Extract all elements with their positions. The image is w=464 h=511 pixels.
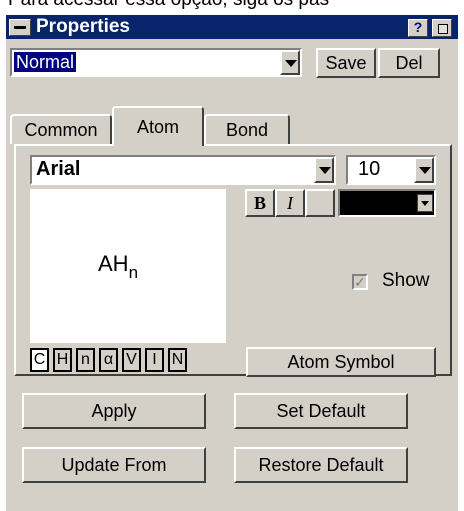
tab-bond[interactable]: Bond xyxy=(204,114,290,144)
color-dropdown-arrow[interactable] xyxy=(417,194,433,212)
symbol-button-n-lower[interactable]: n xyxy=(76,348,95,372)
chevron-down-icon xyxy=(421,201,429,206)
preview-main-text: AH xyxy=(98,251,129,276)
chevron-down-icon xyxy=(419,167,431,174)
font-dropdown-arrow[interactable] xyxy=(314,157,334,183)
show-checkbox-label[interactable]: Show xyxy=(382,270,430,292)
style-dropdown-arrow[interactable] xyxy=(280,50,300,75)
font-size-value: 10 xyxy=(358,158,381,180)
delete-button[interactable]: Del xyxy=(378,48,440,78)
preview-subscript: n xyxy=(128,263,139,282)
symbol-button-i[interactable]: I xyxy=(145,348,164,372)
symbol-button-alpha[interactable]: α xyxy=(99,348,118,372)
title-bar[interactable]: Properties ? xyxy=(6,15,458,39)
symbol-button-c[interactable]: C xyxy=(30,348,49,372)
symbol-button-h[interactable]: H xyxy=(53,348,72,372)
check-mark-icon: ✓ xyxy=(354,274,366,290)
symbol-button-n[interactable]: N xyxy=(168,348,187,372)
window-title: Properties xyxy=(36,16,130,37)
tab-common[interactable]: Common xyxy=(10,114,112,144)
font-dropdown-value: Arial xyxy=(36,158,81,180)
apply-button[interactable]: Apply xyxy=(22,393,206,429)
page-caption: Para acessar essa opção, siga os pas xyxy=(8,0,329,11)
symbol-button-v[interactable]: V xyxy=(122,348,141,372)
bold-button[interactable]: B xyxy=(245,189,275,217)
blank-style-button[interactable] xyxy=(305,189,335,217)
font-size-dropdown-arrow[interactable] xyxy=(414,157,434,183)
preview-label: AHn xyxy=(98,251,138,282)
atom-preview: AHn xyxy=(30,189,226,343)
close-icon xyxy=(438,24,448,34)
symbol-button-row: C H n α V I N xyxy=(30,348,191,372)
style-dropdown-value: Normal xyxy=(14,52,77,72)
system-menu-icon[interactable] xyxy=(9,19,31,36)
font-dropdown[interactable]: Arial xyxy=(30,155,336,185)
properties-window: Properties ? Normal Save Del Common Atom… xyxy=(6,15,458,511)
help-button[interactable]: ? xyxy=(408,19,428,37)
font-size-dropdown[interactable]: 10 xyxy=(346,155,436,185)
restore-default-button[interactable]: Restore Default xyxy=(234,447,408,483)
atom-tab-panel: Arial 10 AHn B I ✓ Show C H n α V I N At… xyxy=(14,144,452,377)
set-default-button[interactable]: Set Default xyxy=(234,393,408,429)
close-button[interactable] xyxy=(432,19,452,37)
chevron-down-icon xyxy=(285,60,297,67)
save-button[interactable]: Save xyxy=(316,48,376,78)
chevron-down-icon xyxy=(319,167,331,174)
color-dropdown[interactable] xyxy=(338,189,436,217)
atom-symbol-button[interactable]: Atom Symbol xyxy=(246,347,436,377)
tab-atom[interactable]: Atom xyxy=(112,106,204,146)
show-checkbox[interactable]: ✓ xyxy=(352,274,368,290)
update-from-button[interactable]: Update From xyxy=(22,447,206,483)
italic-button[interactable]: I xyxy=(275,189,305,217)
style-dropdown[interactable]: Normal xyxy=(10,48,302,77)
